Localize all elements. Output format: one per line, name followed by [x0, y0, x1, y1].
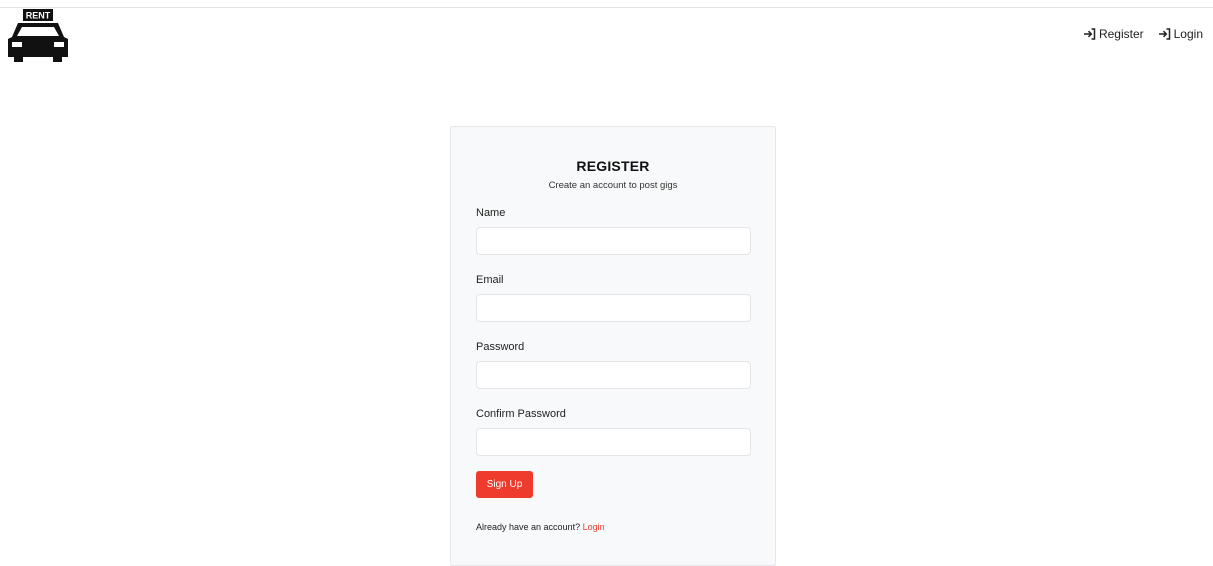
password-input[interactable] — [476, 361, 751, 389]
name-input[interactable] — [476, 227, 751, 255]
sign-up-button[interactable]: Sign Up — [476, 471, 533, 498]
sign-in-icon — [1158, 28, 1170, 40]
nav-login-label: Login — [1173, 27, 1203, 41]
register-subtitle: Create an account to post gigs — [548, 180, 678, 191]
top-nav: Register Login — [1083, 27, 1203, 41]
register-card: REGISTER Create an account to post gigs … — [450, 126, 776, 566]
password-label: Password — [476, 341, 525, 353]
login-prompt-text: Already have an account? — [476, 522, 581, 532]
nav-login-link[interactable]: Login — [1158, 27, 1203, 41]
header-divider — [0, 7, 1213, 8]
rent-car-logo-icon: RENT — [8, 9, 68, 62]
confirm-password-label: Confirm Password — [476, 408, 566, 420]
nav-register-link[interactable]: Register — [1083, 27, 1144, 41]
login-prompt: Already have an account? Login — [476, 522, 605, 532]
nav-register-label: Register — [1098, 27, 1144, 41]
confirm-password-input[interactable] — [476, 428, 751, 456]
svg-text:RENT: RENT — [26, 11, 51, 21]
login-link[interactable]: Login — [583, 522, 605, 532]
sign-in-icon — [1083, 28, 1096, 40]
register-title: REGISTER — [576, 158, 650, 174]
email-input[interactable] — [476, 294, 751, 322]
name-label: Name — [476, 207, 506, 219]
email-label: Email — [476, 274, 504, 286]
